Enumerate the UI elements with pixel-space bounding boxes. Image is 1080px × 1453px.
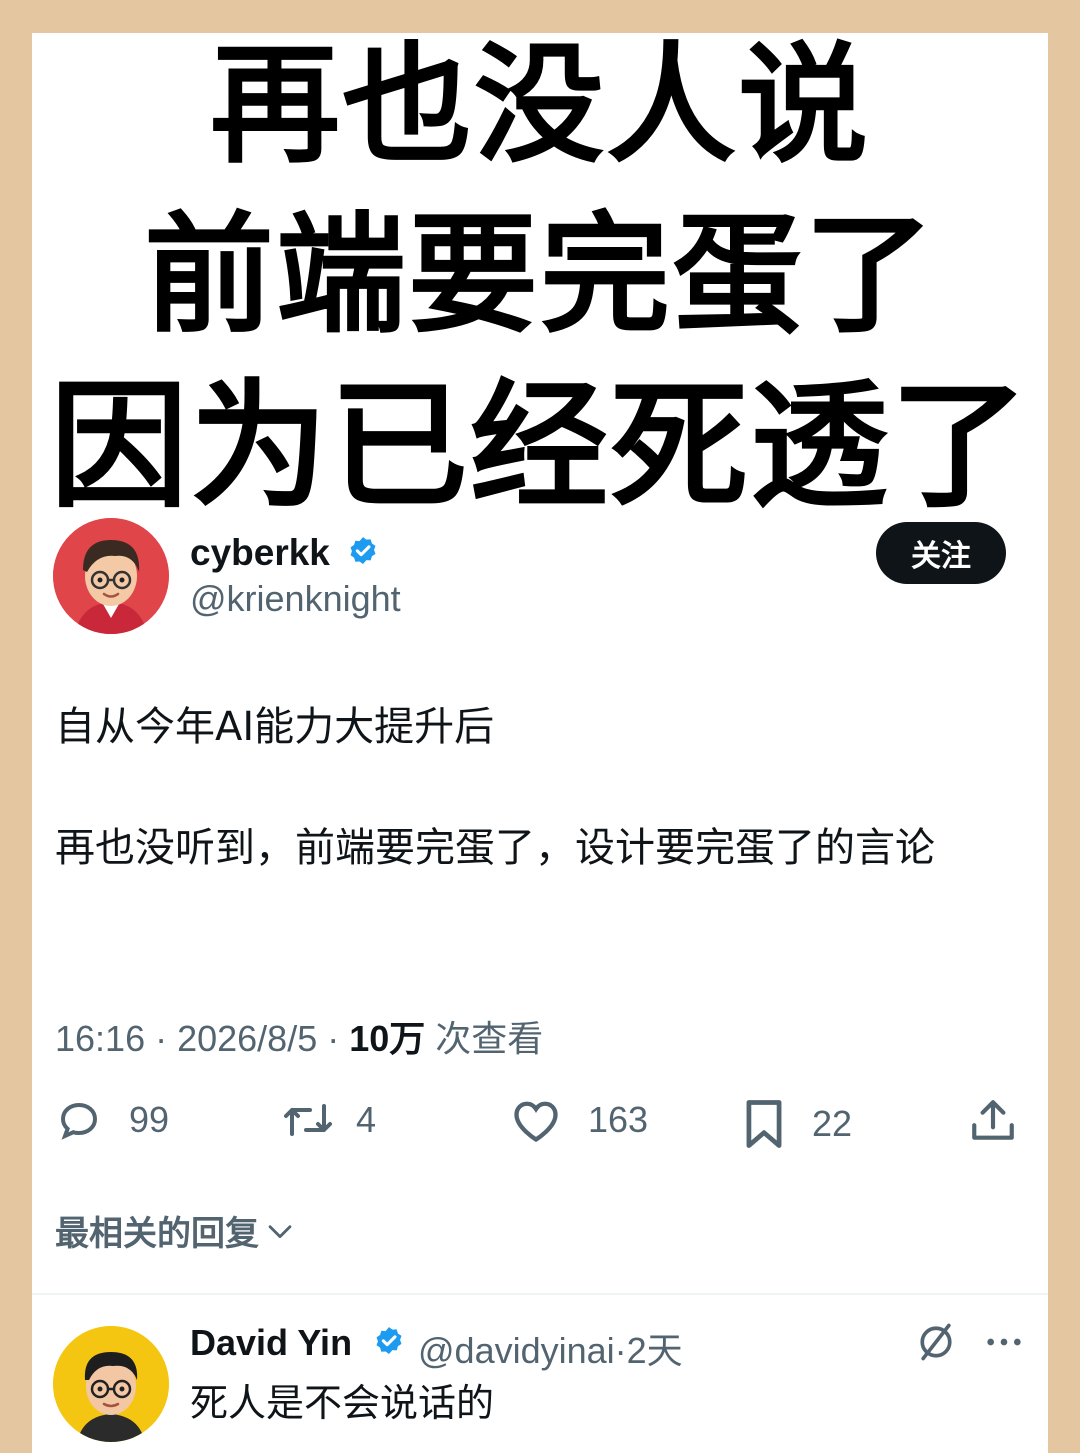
- reply-icon: [60, 1102, 98, 1140]
- bookmark-action[interactable]: 22: [742, 1096, 852, 1152]
- follow-button[interactable]: 关注: [876, 522, 1006, 584]
- bookmark-icon: [746, 1100, 782, 1148]
- post-time[interactable]: 16:16 · 2026/8/5 ·: [55, 1018, 349, 1059]
- verified-badge-icon: [376, 1327, 402, 1355]
- avatar-illustration: [53, 518, 169, 634]
- post-text-line-1: 自从今年AI能力大提升后: [55, 704, 495, 750]
- reply-time[interactable]: ·2天: [615, 1330, 683, 1371]
- verified-badge-icon: [350, 537, 376, 565]
- reply-author-handle: @davidyinai·2天: [418, 1322, 683, 1374]
- views-label: 次查看: [425, 1018, 544, 1059]
- replies-sort-dropdown[interactable]: 最相关的回复: [55, 1206, 297, 1255]
- view-count: 10万: [349, 1018, 426, 1059]
- headline-line-3: 因为已经死透了: [49, 366, 1030, 527]
- author-name[interactable]: cyberkk: [190, 532, 330, 574]
- repost-action[interactable]: 4: [280, 1096, 376, 1144]
- author-handle[interactable]: @krienknight: [190, 578, 401, 620]
- like-action[interactable]: 163: [510, 1096, 648, 1144]
- heart-icon: [514, 1101, 558, 1143]
- reply-text: 死人是不会说话的: [190, 1381, 495, 1425]
- divider: [32, 1293, 1048, 1295]
- reply-action[interactable]: 99: [55, 1096, 169, 1144]
- reply-count: 99: [129, 1099, 170, 1140]
- repost-icon: [284, 1104, 332, 1136]
- headline-line-1: 再也没人说: [209, 29, 870, 181]
- headline-line-2: 前端要完蛋了: [143, 199, 936, 351]
- post-text-line-2: 再也没听到，前端要完蛋了，设计要完蛋了的言论: [55, 825, 935, 871]
- like-count: 163: [588, 1099, 649, 1140]
- more-options-icon[interactable]: [984, 1328, 1024, 1356]
- avatar-illustration: [53, 1326, 169, 1442]
- reply-handle[interactable]: @davidyinai: [418, 1330, 615, 1371]
- post-meta: 16:16 · 2026/8/5 · 10万 次查看: [55, 1010, 543, 1062]
- reply-author-avatar[interactable]: [53, 1326, 169, 1442]
- repost-count: 4: [356, 1099, 377, 1140]
- share-action[interactable]: [968, 1096, 1018, 1146]
- chevron-down-icon: [268, 1224, 292, 1238]
- grok-icon[interactable]: [914, 1320, 958, 1364]
- author-avatar[interactable]: [53, 518, 169, 634]
- bookmark-count: 22: [812, 1103, 853, 1144]
- replies-sort-label: 最相关的回复: [55, 1214, 259, 1254]
- share-icon: [972, 1100, 1014, 1140]
- reply-author-name[interactable]: David Yin: [190, 1322, 352, 1364]
